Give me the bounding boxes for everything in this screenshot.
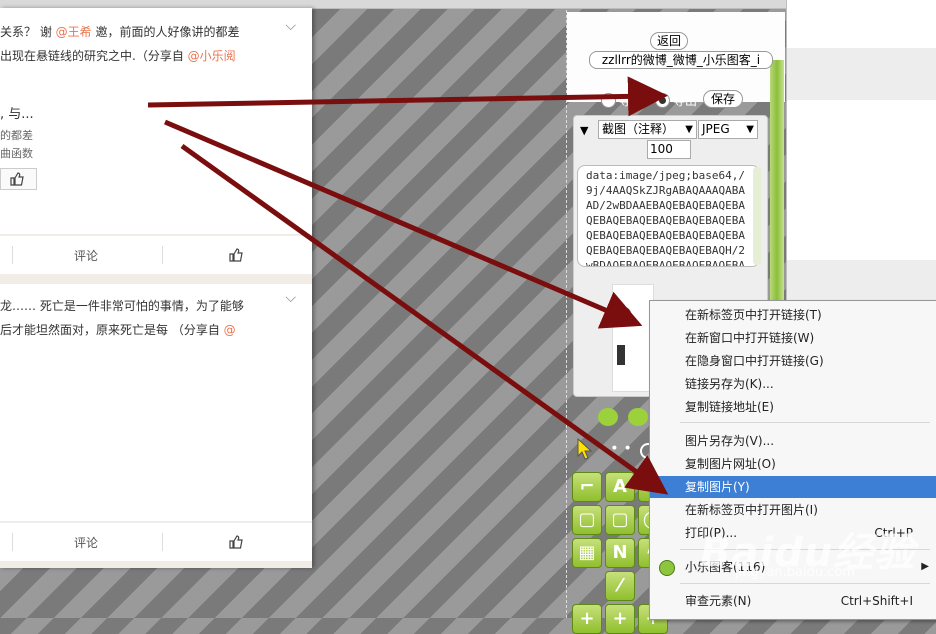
menu-item-label: 链接另存为(K)... bbox=[685, 377, 774, 391]
menu-item-copy-image-url[interactable]: 复制图片网址(O) bbox=[650, 453, 936, 475]
menu-item-save-image-as[interactable]: 图片另存为(V)... bbox=[650, 430, 936, 452]
thumbnail-image bbox=[617, 307, 631, 321]
frog-icon[interactable] bbox=[628, 408, 648, 426]
menu-item-open-link-new-window[interactable]: 在新窗口中打开链接(W) bbox=[650, 327, 936, 349]
dots-icon[interactable]: ∙ ∙ bbox=[610, 440, 632, 456]
menu-item-shortcut: Ctrl+Shift+I bbox=[840, 594, 913, 608]
menu-item-label: 复制图片(Y) bbox=[685, 480, 750, 494]
divider bbox=[12, 246, 13, 264]
save-button[interactable]: 保存 bbox=[703, 90, 743, 108]
post-text-line: 后才能坦然面对，原来死亡是每 （分享自 @ bbox=[0, 323, 236, 337]
dropdown-arrow-icon: ▼ bbox=[746, 124, 754, 135]
thumbs-up-icon bbox=[10, 172, 24, 186]
post-text-line: 关系？ 谢 @王希 邀，前面的人好像讲的都差 bbox=[0, 25, 240, 39]
import-label: 导入 bbox=[619, 94, 644, 108]
background-panel bbox=[787, 0, 936, 48]
menu-item-inspect-element[interactable]: 审查元素(N) Ctrl+Shift+I bbox=[650, 590, 936, 612]
chevron-down-icon[interactable]: ⌵ bbox=[285, 290, 296, 306]
menu-item-open-image-new-tab[interactable]: 在新标签页中打开图片(I) bbox=[650, 499, 936, 521]
data-url-textarea[interactable]: data:image/jpeg;base64,/ 9j/4AAQSkZJRgAB… bbox=[577, 165, 760, 267]
pointer-tool-icon[interactable] bbox=[576, 438, 594, 460]
menu-separator bbox=[680, 422, 930, 423]
export-label: 导出 bbox=[673, 94, 698, 108]
menu-item-open-link-incognito[interactable]: 在隐身窗口中打开链接(G) bbox=[650, 350, 936, 372]
post-text-line: 龙…… 死亡是一件非常可怕的事情，为了能够 bbox=[0, 299, 244, 313]
line-tool-icon[interactable]: ⌐ bbox=[572, 472, 602, 502]
baidu-watermark-url: jingyan.baidu.com bbox=[735, 565, 855, 580]
dropdown-arrow-icon: ▼ bbox=[685, 124, 693, 135]
menu-item-label: 复制图片网址(O) bbox=[685, 457, 776, 471]
data-url-line: QEBAQEBAQEBAQEBAQEBAQEBA bbox=[586, 214, 745, 227]
mention-link[interactable]: @王希 bbox=[56, 25, 92, 39]
thumbnail-image bbox=[617, 345, 625, 365]
select-value: 截图（注释） bbox=[602, 122, 675, 136]
feed-post: 关系？ 谢 @王希 邀，前面的人好像讲的都差 出现在悬链线的研究之中.（分享自 … bbox=[0, 8, 312, 234]
data-url-line: 9j/4AAQSkZJRgABAQAAAQABA bbox=[586, 184, 745, 197]
thumbs-up-icon[interactable] bbox=[228, 247, 244, 263]
chevron-down-icon[interactable]: ⌵ bbox=[285, 18, 296, 34]
tool-icon[interactable]: + bbox=[605, 604, 635, 634]
import-radio[interactable] bbox=[601, 93, 616, 108]
polyline-tool-icon[interactable]: N bbox=[605, 538, 635, 568]
feed-post: 龙…… 死亡是一件非常可怕的事情，为了能够 后才能坦然面对，原来死亡是每 （分享… bbox=[0, 284, 312, 521]
submenu-arrow-icon: ▶ bbox=[921, 561, 929, 572]
menu-item-label: 图片另存为(V)... bbox=[685, 434, 775, 448]
rectangle-tool-icon[interactable]: ▢ bbox=[572, 505, 602, 535]
textarea-scrollbar[interactable] bbox=[753, 167, 761, 265]
format-select[interactable]: JPEG ▼ bbox=[698, 120, 758, 139]
data-url-line: QEBAQEBAQEBAQEBAQEBAQEBA bbox=[586, 229, 745, 242]
quality-input[interactable]: 100 bbox=[647, 140, 691, 159]
data-url-line: QEBAQEBAQEBAQEBAQEBAQH/2 bbox=[586, 244, 745, 257]
weibo-feed: 关系？ 谢 @王希 邀，前面的人好像讲的都差 出现在悬链线的研究之中.（分享自 … bbox=[0, 8, 312, 568]
xiaole-tuke-icon bbox=[659, 560, 675, 576]
thumbs-up-icon[interactable] bbox=[228, 534, 244, 550]
divider bbox=[162, 533, 163, 551]
mention-link[interactable]: @ bbox=[224, 323, 236, 337]
menu-item-open-link-new-tab[interactable]: 在新标签页中打开链接(T) bbox=[650, 304, 936, 326]
data-url-line: data:image/jpeg;base64,/ bbox=[586, 169, 745, 182]
radio-dot bbox=[659, 97, 666, 104]
screenshot-thumbnail[interactable] bbox=[612, 284, 654, 392]
shared-card[interactable]: , 与... 的都差 曲函数 bbox=[0, 96, 300, 196]
capture-mode-select[interactable]: 截图（注释） ▼ bbox=[598, 120, 697, 139]
mention-link[interactable]: @小乐阅 bbox=[188, 49, 236, 63]
menu-item-label: 审查元素(N) bbox=[685, 594, 752, 608]
card-desc: 的都差 bbox=[0, 129, 33, 142]
card-title: , 与... bbox=[0, 107, 34, 122]
data-url-line: wBDAQEBAQEBAQEBAQEBAQEBA bbox=[586, 259, 745, 267]
menu-item-label: 复制链接地址(E) bbox=[685, 400, 774, 414]
post-text-line: 出现在悬链线的研究之中.（分享自 @小乐阅 bbox=[0, 49, 236, 63]
post-action-bar: 评论 bbox=[0, 235, 312, 274]
back-button[interactable]: 返回 bbox=[650, 32, 688, 50]
menu-item-label: 在新标签页中打开链接(T) bbox=[685, 308, 822, 322]
text-tool-icon[interactable]: A bbox=[605, 472, 635, 502]
menu-item-label: 在新标签页中打开图片(I) bbox=[685, 503, 818, 517]
divider bbox=[162, 246, 163, 264]
card-desc: 曲函数 bbox=[0, 147, 33, 160]
card-like-button[interactable] bbox=[0, 168, 37, 190]
menu-item-save-link-as[interactable]: 链接另存为(K)... bbox=[650, 373, 936, 395]
expand-toggle[interactable]: ▼ bbox=[580, 124, 588, 137]
tool-icon[interactable]: + bbox=[572, 604, 602, 634]
export-radio[interactable] bbox=[655, 93, 670, 108]
select-value: JPEG bbox=[702, 122, 730, 136]
rectangle-tool-icon[interactable]: ▢ bbox=[605, 505, 635, 535]
menu-item-label: 在新窗口中打开链接(W) bbox=[685, 331, 815, 345]
brush-tool-icon[interactable]: ⁄ bbox=[605, 571, 635, 601]
menu-item-copy-link-address[interactable]: 复制链接地址(E) bbox=[650, 396, 936, 418]
frog-icon[interactable] bbox=[598, 408, 618, 426]
comment-button[interactable]: 评论 bbox=[74, 534, 98, 551]
menu-item-copy-image[interactable]: 复制图片(Y) bbox=[650, 476, 936, 498]
menu-separator bbox=[680, 583, 930, 584]
post-action-bar: 评论 bbox=[0, 522, 312, 561]
menu-item-label: 在隐身窗口中打开链接(G) bbox=[685, 354, 824, 368]
background-panel bbox=[787, 100, 936, 260]
divider bbox=[12, 533, 13, 551]
data-url-line: AD/2wBDAAEBAQEBAQEBAQEBA bbox=[586, 199, 745, 212]
grid-tool-icon[interactable]: ▦ bbox=[572, 538, 602, 568]
title-field[interactable]: zzllrr的微博_微博_小乐图客_i bbox=[589, 51, 773, 69]
comment-button[interactable]: 评论 bbox=[74, 247, 98, 264]
